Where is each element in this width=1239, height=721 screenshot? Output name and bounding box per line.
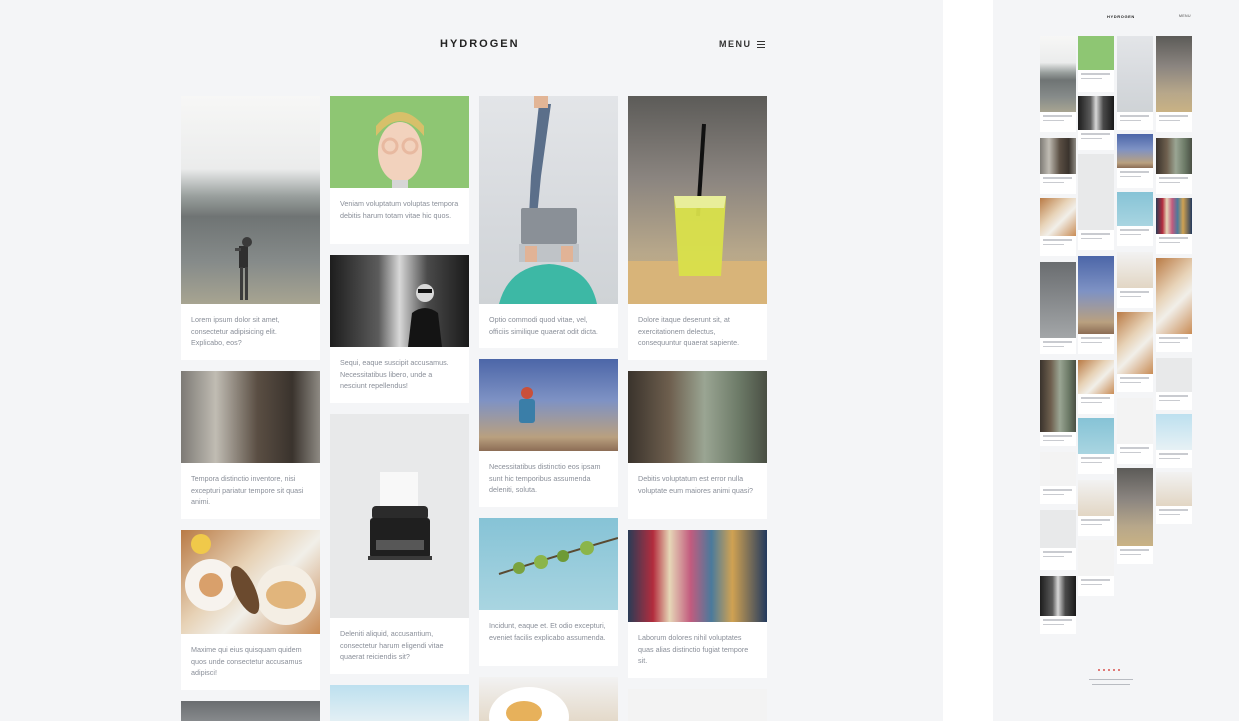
preview-card	[1078, 360, 1114, 414]
preview-logo: HYDROGEN	[1107, 14, 1135, 19]
post-caption: Dolore itaque deserunt sit, at exercitat…	[638, 315, 740, 347]
post-image-partial[interactable]	[628, 689, 767, 721]
sitting-person-graphic	[519, 387, 535, 423]
post-image-food[interactable]	[181, 530, 320, 634]
post-image-sky[interactable]	[479, 359, 618, 451]
drink-graphic	[628, 123, 767, 304]
preview-card	[1156, 138, 1192, 194]
preview-card	[1040, 452, 1076, 504]
post-caption: Deleniti aliquid, accusantium, consectet…	[340, 629, 444, 661]
preview-card	[1078, 256, 1114, 354]
plate-graphic	[489, 687, 569, 721]
post-caption: Necessitatibus distinctio eos ipsam sunt…	[489, 462, 601, 494]
post-card[interactable]: Maxime qui eius quisquam quidem quos und…	[181, 530, 320, 690]
post-card[interactable]	[628, 689, 767, 721]
preview-card	[1117, 192, 1153, 246]
preview-card	[1117, 312, 1153, 392]
hamburger-icon	[756, 40, 765, 48]
post-caption: Tempora distinctio inventore, nisi excep…	[191, 474, 304, 506]
post-card[interactable]	[330, 685, 469, 721]
post-card[interactable]: Optio commodi quod vitae, vel, officiis …	[479, 96, 618, 348]
post-image-typewriter[interactable]	[330, 414, 469, 618]
post-image-woodpile[interactable]	[628, 371, 767, 463]
post-caption: Debitis voluptatum est error nulla volup…	[638, 474, 754, 495]
post-image-partial[interactable]	[479, 677, 618, 721]
menu-button[interactable]: MENU	[719, 39, 765, 49]
post-caption: Incidunt, eaque et. Et odio excepturi, e…	[489, 621, 606, 642]
desktop-view: HYDROGEN MENU Lorem ipsum dolor sit amet…	[0, 0, 943, 721]
post-image-drink[interactable]	[628, 96, 767, 304]
post-card[interactable]: Lorem ipsum dolor sit amet, consectetur …	[181, 96, 320, 360]
post-card[interactable]: Incidunt, eaque et. Et odio excepturi, e…	[479, 518, 618, 666]
branch-graphic	[498, 537, 618, 575]
person-silhouette	[235, 237, 252, 300]
post-caption: Sequi, eaque suscipit accusamus. Necessi…	[340, 358, 449, 390]
preview-card	[1078, 540, 1114, 596]
post-card[interactable]: Tempora distinctio inventore, nisi excep…	[181, 371, 320, 519]
preview-card	[1078, 154, 1114, 250]
post-card[interactable]: Necessitatibus distinctio eos ipsam sunt…	[479, 359, 618, 507]
preview-card	[1156, 414, 1192, 468]
post-card[interactable]	[479, 677, 618, 721]
mobile-preview: HYDROGEN MENU	[993, 0, 1239, 721]
typewriter-graphic	[368, 472, 432, 560]
plates-graphic	[185, 534, 316, 625]
post-image-branch[interactable]	[479, 518, 618, 610]
preview-card	[1040, 36, 1076, 132]
preview-card	[1117, 36, 1153, 130]
post-card[interactable]: Sequi, eaque suscipit accusamus. Necessi…	[330, 255, 469, 403]
preview-card	[1078, 480, 1114, 536]
post-card[interactable]	[181, 701, 320, 721]
preview-card	[1117, 252, 1153, 308]
preview-footer-line	[1092, 684, 1130, 686]
preview-card	[1078, 36, 1114, 92]
preview-card	[1040, 360, 1076, 446]
post-card[interactable]: Dolore itaque deserunt sit, at exercitat…	[628, 96, 767, 360]
preview-card	[1040, 576, 1076, 634]
post-image-books[interactable]	[628, 530, 767, 622]
post-card[interactable]: Deleniti aliquid, accusantium, consectet…	[330, 414, 469, 674]
preview-card	[1156, 472, 1192, 524]
post-card[interactable]: Laborum dolores nihil voluptates quas al…	[628, 530, 767, 678]
preview-card	[1156, 258, 1192, 352]
post-caption: Optio commodi quod vitae, vel, officiis …	[489, 315, 598, 336]
preview-card	[1040, 510, 1076, 570]
preview-card	[1156, 198, 1192, 254]
post-image-face[interactable]	[330, 96, 469, 188]
preview-card	[1156, 36, 1192, 132]
preview-footer-line	[1089, 679, 1133, 681]
post-image-partial[interactable]	[181, 701, 320, 721]
preview-card	[1040, 198, 1076, 256]
post-caption: Laborum dolores nihil voluptates quas al…	[638, 633, 749, 665]
preview-card	[1078, 418, 1114, 474]
menu-label: MENU	[719, 39, 752, 49]
post-caption: Veniam voluptatum voluptas tempora debit…	[340, 199, 459, 220]
post-card[interactable]: Veniam voluptatum voluptas tempora debit…	[330, 96, 469, 244]
post-caption: Maxime qui eius quisquam quidem quos und…	[191, 645, 303, 677]
preview-card	[1117, 468, 1153, 564]
preview-card	[1117, 398, 1153, 464]
face-graphic	[376, 112, 424, 188]
preview-card	[1078, 96, 1114, 150]
post-card[interactable]: Debitis voluptatum est error nulla volup…	[628, 371, 767, 519]
preview-card	[1040, 138, 1076, 194]
site-logo[interactable]: HYDROGEN	[440, 38, 520, 50]
preview-menu: MENU	[1179, 14, 1191, 18]
post-image-lake[interactable]	[181, 96, 320, 304]
post-image-room[interactable]	[181, 371, 320, 463]
preview-card	[1156, 358, 1192, 410]
post-image-partial[interactable]	[330, 685, 469, 721]
post-image-laptop[interactable]	[479, 96, 618, 304]
preview-social-icons	[1098, 669, 1120, 671]
post-caption: Lorem ipsum dolor sit amet, consectetur …	[191, 315, 280, 347]
laptop-graphic	[499, 96, 597, 304]
post-image-forest[interactable]	[330, 255, 469, 347]
preview-card	[1117, 134, 1153, 188]
woman-graphic	[408, 284, 442, 347]
preview-card	[1040, 262, 1076, 354]
